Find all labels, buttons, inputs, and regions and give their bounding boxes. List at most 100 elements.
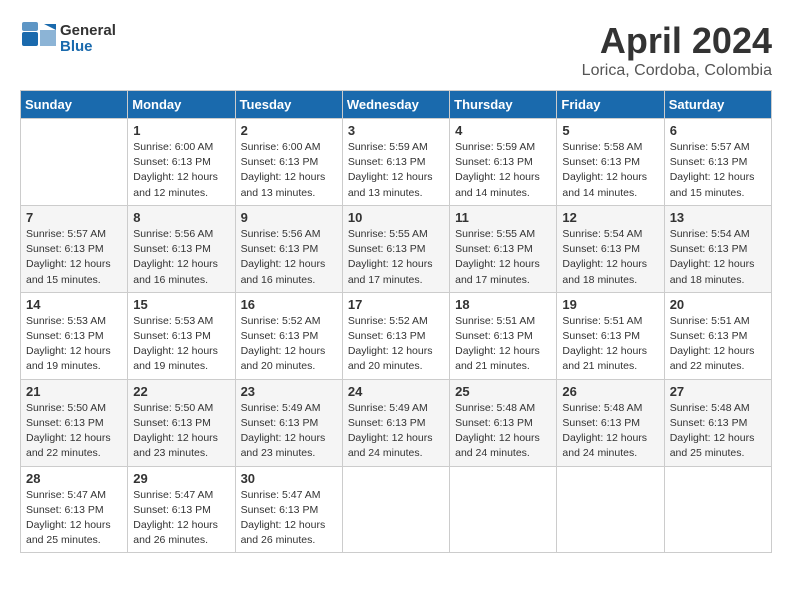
day-number: 9 — [241, 210, 337, 225]
calendar-cell: 23 Sunrise: 5:49 AMSunset: 6:13 PMDayligh… — [235, 379, 342, 466]
calendar-cell: 30Sunrise: 5:47 AMSunset: 6:13 PMDayligh… — [235, 466, 342, 553]
calendar-cell: 5Sunrise: 5:58 AMSunset: 6:13 PMDaylight… — [557, 119, 664, 206]
day-number: 13 — [670, 210, 766, 225]
calendar-cell: 24 Sunrise: 5:49 AMSunset: 6:13 PMDayligh… — [342, 379, 449, 466]
day-info: Sunrise: 5:55 AMSunset: 6:13 PMDaylight:… — [348, 227, 444, 288]
weekday-header-sunday: Sunday — [21, 91, 128, 119]
day-info: Sunrise: 5:54 AMSunset: 6:13 PMDaylight:… — [670, 227, 766, 288]
calendar-week-row: 14 Sunrise: 5:53 AMSunset: 6:13 PMDayligh… — [21, 292, 772, 379]
day-info: Sunrise: 5:50 AMSunset: 6:13 PMDaylight:… — [26, 401, 122, 462]
calendar-cell: 21 Sunrise: 5:50 AMSunset: 6:13 PMDayligh… — [21, 379, 128, 466]
calendar-cell: 2Sunrise: 6:00 AMSunset: 6:13 PMDaylight… — [235, 119, 342, 206]
calendar-cell: 14 Sunrise: 5:53 AMSunset: 6:13 PMDayligh… — [21, 292, 128, 379]
day-info: Sunrise: 5:52 AMSunset: 6:13 PMDaylight:… — [348, 314, 444, 375]
day-info: Sunrise: 5:56 AMSunset: 6:13 PMDaylight:… — [133, 227, 229, 288]
day-number: 15 — [133, 297, 229, 312]
calendar-cell: 11 Sunrise: 5:55 AMSunset: 6:13 PMDayligh… — [450, 205, 557, 292]
day-number: 10 — [348, 210, 444, 225]
calendar-body: 1 Sunrise: 6:00 AMSunset: 6:13 PMDaylight… — [21, 119, 772, 553]
calendar-week-row: 28Sunrise: 5:47 AMSunset: 6:13 PMDayligh… — [21, 466, 772, 553]
calendar-cell: 20 Sunrise: 5:51 AMSunset: 6:13 PMDayligh… — [664, 292, 771, 379]
calendar-header-row: SundayMondayTuesdayWednesdayThursdayFrid… — [21, 91, 772, 119]
calendar-cell: 8 Sunrise: 5:56 AMSunset: 6:13 PMDaylight… — [128, 205, 235, 292]
day-info: Sunrise: 5:51 AMSunset: 6:13 PMDaylight:… — [455, 314, 551, 375]
day-number: 21 — [26, 384, 122, 399]
day-number: 16 — [241, 297, 337, 312]
day-info: Sunrise: 5:48 AMSunset: 6:13 PMDaylight:… — [562, 401, 658, 462]
day-info: Sunrise: 5:59 AMSunset: 6:13 PMDaylight:… — [455, 140, 551, 201]
day-info: Sunrise: 5:58 AMSunset: 6:13 PMDaylight:… — [562, 140, 658, 201]
weekday-header-wednesday: Wednesday — [342, 91, 449, 119]
day-number: 19 — [562, 297, 658, 312]
calendar-cell: 13 Sunrise: 5:54 AMSunset: 6:13 PMDayligh… — [664, 205, 771, 292]
day-number: 23 — [241, 384, 337, 399]
day-number: 4 — [455, 123, 551, 138]
day-info: Sunrise: 5:59 AMSunset: 6:13 PMDaylight:… — [348, 140, 444, 201]
logo-blue: Blue — [60, 39, 116, 56]
day-info: Sunrise: 6:00 AMSunset: 6:13 PMDaylight:… — [133, 140, 229, 201]
day-info: Sunrise: 5:53 AMSunset: 6:13 PMDaylight:… — [133, 314, 229, 375]
day-info: Sunrise: 5:54 AMSunset: 6:13 PMDaylight:… — [562, 227, 658, 288]
calendar-cell: 25 Sunrise: 5:48 AMSunset: 6:13 PMDayligh… — [450, 379, 557, 466]
day-info: Sunrise: 5:47 AMSunset: 6:13 PMDaylight:… — [241, 488, 337, 549]
day-number: 11 — [455, 210, 551, 225]
calendar-cell: 9 Sunrise: 5:56 AMSunset: 6:13 PMDaylight… — [235, 205, 342, 292]
day-info: Sunrise: 5:51 AMSunset: 6:13 PMDaylight:… — [670, 314, 766, 375]
day-number: 3 — [348, 123, 444, 138]
weekday-header-tuesday: Tuesday — [235, 91, 342, 119]
day-info: Sunrise: 5:55 AMSunset: 6:13 PMDaylight:… — [455, 227, 551, 288]
day-number: 1 — [133, 123, 229, 138]
calendar-cell: 1 Sunrise: 6:00 AMSunset: 6:13 PMDaylight… — [128, 119, 235, 206]
day-info: Sunrise: 5:50 AMSunset: 6:13 PMDaylight:… — [133, 401, 229, 462]
day-number: 20 — [670, 297, 766, 312]
month-title: April 2024 — [582, 20, 772, 62]
calendar-cell — [450, 466, 557, 553]
day-number: 29 — [133, 471, 229, 486]
calendar-cell: 12Sunrise: 5:54 AMSunset: 6:13 PMDayligh… — [557, 205, 664, 292]
page-header: General Blue April 2024 Lorica, Cordoba,… — [20, 20, 772, 80]
calendar-cell — [557, 466, 664, 553]
day-info: Sunrise: 5:56 AMSunset: 6:13 PMDaylight:… — [241, 227, 337, 288]
calendar-cell: 10 Sunrise: 5:55 AMSunset: 6:13 PMDayligh… — [342, 205, 449, 292]
day-number: 27 — [670, 384, 766, 399]
calendar-table: SundayMondayTuesdayWednesdayThursdayFrid… — [20, 90, 772, 553]
weekday-header-monday: Monday — [128, 91, 235, 119]
day-number: 14 — [26, 297, 122, 312]
day-info: Sunrise: 5:49 AMSunset: 6:13 PMDaylight:… — [241, 401, 337, 462]
calendar-cell: 7 Sunrise: 5:57 AMSunset: 6:13 PMDaylight… — [21, 205, 128, 292]
day-info: Sunrise: 5:49 AMSunset: 6:13 PMDaylight:… — [348, 401, 444, 462]
calendar-cell: 28Sunrise: 5:47 AMSunset: 6:13 PMDayligh… — [21, 466, 128, 553]
day-number: 24 — [348, 384, 444, 399]
day-info: Sunrise: 5:57 AMSunset: 6:13 PMDaylight:… — [670, 140, 766, 201]
calendar-week-row: 21 Sunrise: 5:50 AMSunset: 6:13 PMDayligh… — [21, 379, 772, 466]
logo: General Blue — [20, 20, 116, 58]
day-info: Sunrise: 5:57 AMSunset: 6:13 PMDaylight:… — [26, 227, 122, 288]
day-number: 26 — [562, 384, 658, 399]
day-number: 25 — [455, 384, 551, 399]
day-info: Sunrise: 5:48 AMSunset: 6:13 PMDaylight:… — [455, 401, 551, 462]
day-info: Sunrise: 5:52 AMSunset: 6:13 PMDaylight:… — [241, 314, 337, 375]
day-number: 17 — [348, 297, 444, 312]
calendar-week-row: 7 Sunrise: 5:57 AMSunset: 6:13 PMDaylight… — [21, 205, 772, 292]
calendar-cell: 18Sunrise: 5:51 AMSunset: 6:13 PMDayligh… — [450, 292, 557, 379]
day-number: 7 — [26, 210, 122, 225]
day-info: Sunrise: 5:48 AMSunset: 6:13 PMDaylight:… — [670, 401, 766, 462]
calendar-week-row: 1 Sunrise: 6:00 AMSunset: 6:13 PMDaylight… — [21, 119, 772, 206]
weekday-header-saturday: Saturday — [664, 91, 771, 119]
day-number: 22 — [133, 384, 229, 399]
day-number: 8 — [133, 210, 229, 225]
day-info: Sunrise: 5:47 AMSunset: 6:13 PMDaylight:… — [133, 488, 229, 549]
day-info: Sunrise: 5:47 AMSunset: 6:13 PMDaylight:… — [26, 488, 122, 549]
calendar-cell: 22 Sunrise: 5:50 AMSunset: 6:13 PMDayligh… — [128, 379, 235, 466]
logo-graphic: General Blue — [20, 20, 116, 58]
calendar-cell — [664, 466, 771, 553]
calendar-cell: 16 Sunrise: 5:52 AMSunset: 6:13 PMDayligh… — [235, 292, 342, 379]
day-info: Sunrise: 5:53 AMSunset: 6:13 PMDaylight:… — [26, 314, 122, 375]
calendar-cell: 19 Sunrise: 5:51 AMSunset: 6:13 PMDayligh… — [557, 292, 664, 379]
day-info: Sunrise: 6:00 AMSunset: 6:13 PMDaylight:… — [241, 140, 337, 201]
calendar-cell — [21, 119, 128, 206]
day-info: Sunrise: 5:51 AMSunset: 6:13 PMDaylight:… — [562, 314, 658, 375]
calendar-cell: 6Sunrise: 5:57 AMSunset: 6:13 PMDaylight… — [664, 119, 771, 206]
calendar-cell: 15 Sunrise: 5:53 AMSunset: 6:13 PMDayligh… — [128, 292, 235, 379]
title-block: April 2024 Lorica, Cordoba, Colombia — [582, 20, 772, 80]
